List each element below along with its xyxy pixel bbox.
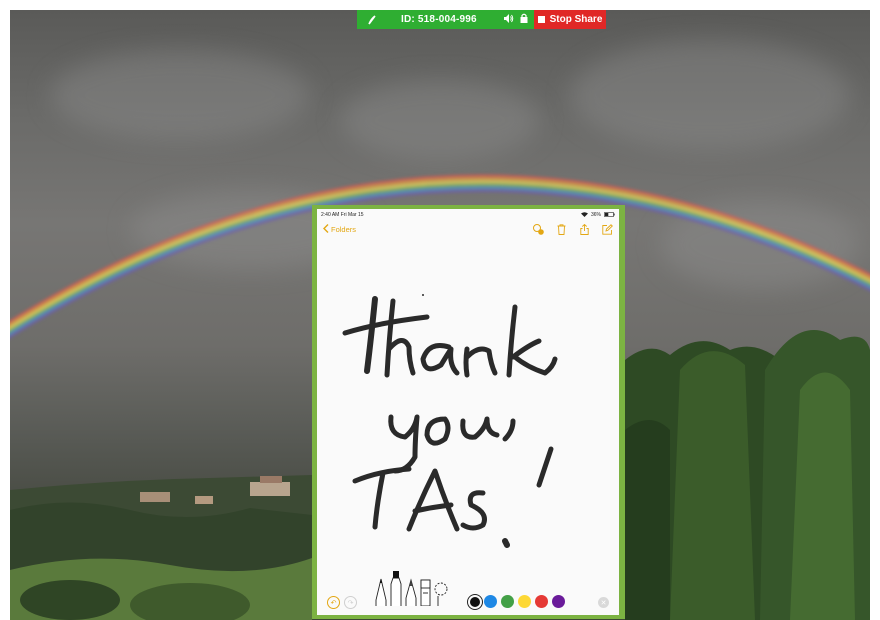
battery-percent: 36%	[590, 212, 601, 218]
notes-nav-bar: Folders	[323, 222, 613, 236]
color-swatch[interactable]	[501, 595, 514, 608]
undo-icon[interactable]: ↶	[327, 596, 340, 609]
markup-toolbar: ↶ ↷ ✕	[317, 571, 619, 615]
lasso-icon[interactable]	[434, 580, 448, 611]
note-line-1	[342, 296, 558, 378]
pen-icon[interactable]	[375, 576, 387, 611]
status-time: 2:40 AM Fri Mar 15	[321, 212, 364, 218]
compose-icon[interactable]	[601, 223, 613, 235]
share-icon[interactable]	[578, 223, 590, 235]
ipad-status-bar: 2:40 AM Fri Mar 15 36%	[321, 211, 615, 219]
wifi-icon	[580, 211, 588, 219]
lock-icon[interactable]	[520, 13, 528, 26]
speaker-icon[interactable]	[504, 13, 514, 26]
share-status-bar: ID: 518-004-996	[357, 10, 534, 29]
chevron-left-icon	[323, 223, 329, 235]
note-line-2	[388, 414, 516, 474]
stop-share-button[interactable]: Stop Share	[534, 10, 606, 29]
marker-icon[interactable]	[390, 570, 402, 611]
color-palette	[470, 595, 565, 608]
screen-share-bar: ID: 518-004-996 Stop Share	[357, 10, 606, 29]
stop-share-label: Stop Share	[549, 14, 603, 25]
color-swatch[interactable]	[518, 595, 531, 608]
signal-icon[interactable]	[363, 14, 381, 25]
color-swatch[interactable]	[535, 595, 548, 608]
color-swatch[interactable]	[484, 595, 497, 608]
handwritten-note	[342, 294, 558, 548]
trash-icon[interactable]	[555, 223, 567, 235]
close-icon[interactable]: ✕	[598, 597, 609, 608]
stop-icon	[537, 16, 545, 23]
back-button[interactable]: Folders	[323, 223, 357, 235]
color-swatch[interactable]	[552, 595, 565, 608]
pencil-icon[interactable]	[405, 576, 417, 611]
ipad-screen: 2:40 AM Fri Mar 15 36% Folders ↶ ↷ ✕	[317, 209, 619, 615]
add-people-icon[interactable]	[532, 223, 544, 235]
eraser-icon[interactable]	[420, 578, 431, 611]
note-line-3	[352, 446, 554, 548]
ipad-mirror-window: 2:40 AM Fri Mar 15 36% Folders ↶ ↷ ✕	[312, 205, 625, 619]
meeting-id: ID: 518-004-996	[401, 14, 477, 25]
color-swatch[interactable]	[470, 596, 480, 607]
battery-icon	[604, 211, 615, 219]
redo-icon[interactable]: ↷	[344, 596, 357, 609]
back-label: Folders	[331, 224, 357, 234]
